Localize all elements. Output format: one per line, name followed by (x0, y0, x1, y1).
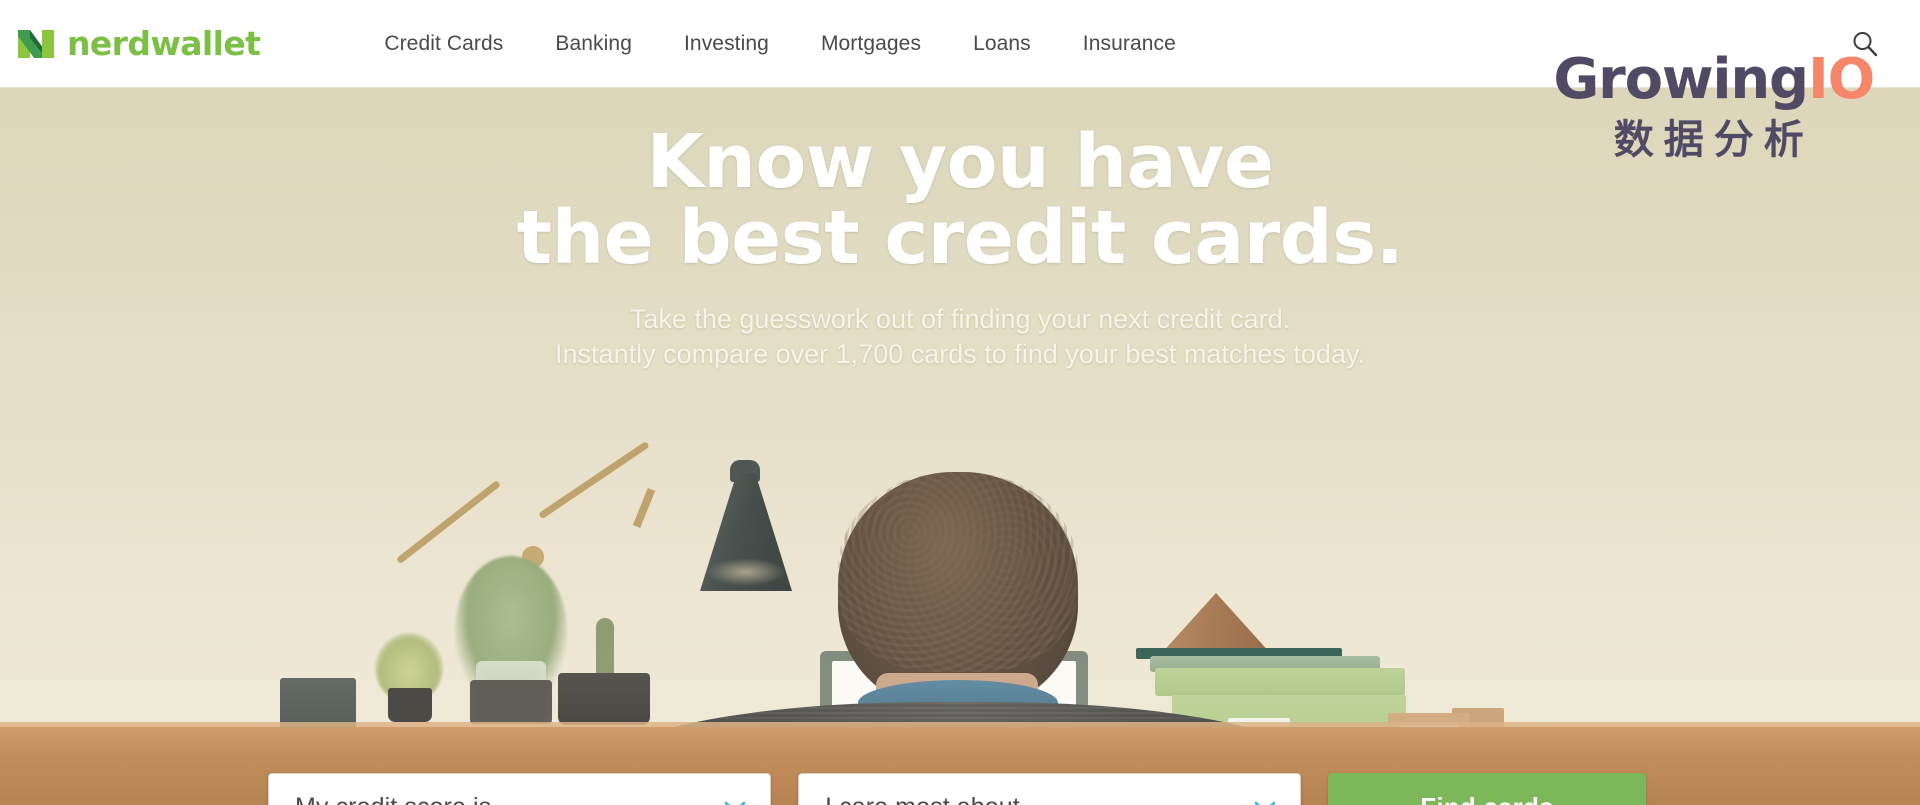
scene-person-hair (838, 472, 1078, 672)
nav-item-mortgages[interactable]: Mortgages (795, 32, 947, 56)
hero-section: Know you have the best credit cards. Tak… (0, 88, 1920, 805)
card-finder-form: My credit score is I care most about Fin… (268, 773, 1646, 805)
site-header: nerdwallet Credit Cards Banking Investin… (0, 0, 1920, 88)
scene-plant-pot-middle (470, 680, 552, 724)
page-title: Know you have the best credit cards. (0, 124, 1920, 276)
credit-score-select[interactable]: My credit score is (268, 773, 771, 805)
brand-wordmark: nerdwallet (67, 24, 261, 63)
care-about-select[interactable]: I care most about (798, 773, 1301, 805)
nav-item-insurance[interactable]: Insurance (1057, 32, 1202, 56)
find-cards-button[interactable]: Find cards (1328, 773, 1646, 805)
hero-title-line-2: the best credit cards. (516, 195, 1404, 281)
credit-score-select-label: My credit score is (269, 793, 491, 805)
scene-lamp-glow (706, 558, 786, 586)
scene-book-green (1155, 668, 1405, 696)
hero-subtitle-line-1: Take the guesswork out of finding your n… (629, 304, 1291, 334)
nav-item-credit-cards[interactable]: Credit Cards (358, 32, 529, 56)
chevron-down-icon (724, 801, 746, 805)
nav-item-banking[interactable]: Banking (529, 32, 658, 56)
nav-item-loans[interactable]: Loans (947, 32, 1057, 56)
search-icon (1853, 31, 1878, 56)
hero-title-line-1: Know you have (646, 119, 1274, 205)
chevron-down-icon (1254, 801, 1276, 805)
hero-subtitle-line-2: Instantly compare over 1,700 cards to fi… (555, 339, 1365, 369)
nerdwallet-n-logo-icon (18, 29, 54, 58)
search-button[interactable] (1848, 27, 1882, 61)
brand-logo-link[interactable]: nerdwallet (16, 24, 261, 64)
hero-subtitle: Take the guesswork out of finding your n… (0, 302, 1920, 372)
nav-item-investing[interactable]: Investing (658, 32, 795, 56)
main-navigation: Credit Cards Banking Investing Mortgages… (358, 32, 1202, 56)
hero-copy: Know you have the best credit cards. Tak… (0, 124, 1920, 372)
page-root: nerdwallet Credit Cards Banking Investin… (0, 0, 1920, 805)
care-about-select-label: I care most about (799, 793, 1020, 805)
scene-cactus-pot (558, 673, 650, 725)
scene-plant-pot-small (388, 688, 432, 722)
